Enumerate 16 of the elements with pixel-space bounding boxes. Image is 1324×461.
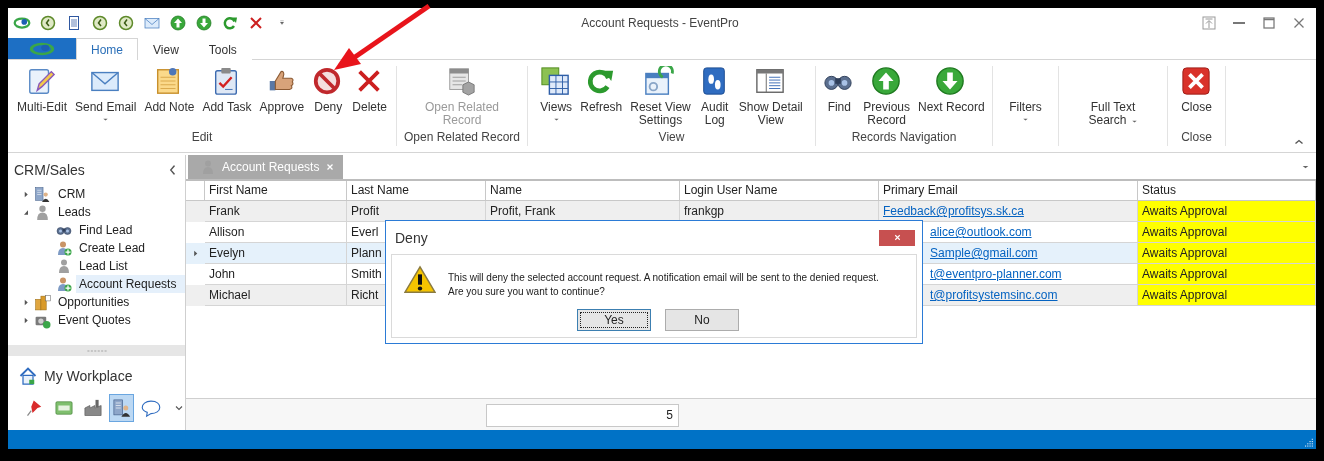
- group-label: Open Related Record: [402, 130, 522, 146]
- group-label: View: [657, 130, 686, 146]
- table-cell: Awaits Approval: [1138, 243, 1316, 264]
- window-title: Account Requests - EventPro: [581, 16, 739, 30]
- group-label: Close: [1180, 130, 1213, 146]
- table-cell: Awaits Approval: [1138, 222, 1316, 243]
- summary-cell: 5: [486, 404, 679, 427]
- group-label: Records Navigation: [850, 130, 958, 146]
- group-label: Edit: [190, 130, 214, 146]
- workplace-title: My Workplace: [44, 368, 133, 384]
- dialog-title: Deny: [395, 229, 428, 246]
- table-cell: Michael: [205, 285, 347, 306]
- pane-title: CRM/Sales: [14, 162, 85, 178]
- table-cell: Awaits Approval: [1138, 264, 1316, 285]
- table-cell: Awaits Approval: [1138, 285, 1316, 306]
- table-cell: Awaits Approval: [1138, 201, 1316, 222]
